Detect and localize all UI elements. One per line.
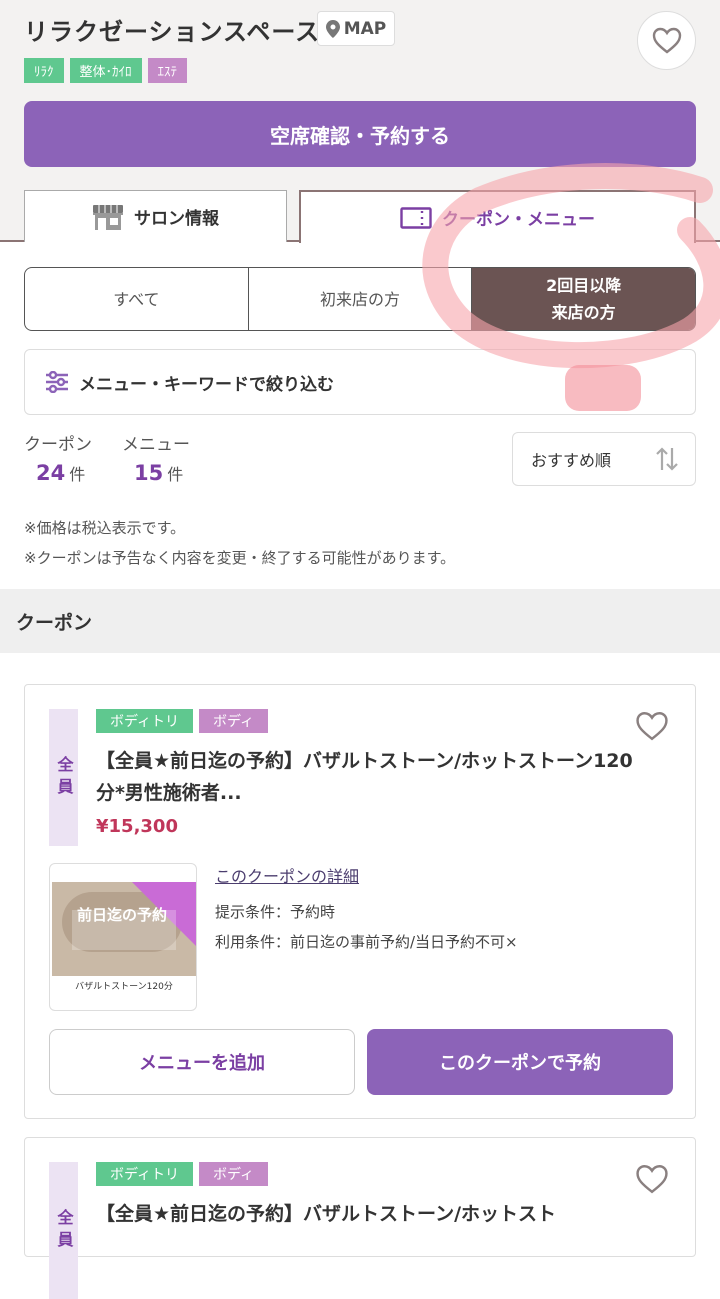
sliders-icon: [46, 371, 68, 393]
tab-coupon-label: クーポン・メニュー: [442, 210, 595, 230]
use-condition: 利用条件：前日迄の事前予約/当日予約不可×: [215, 933, 518, 951]
thumbnail-caption: バザルトストーン120分: [75, 982, 173, 992]
coupon-title[interactable]: 【全員★前日迄の予約】バザルトストーン/ホットスト: [96, 1198, 636, 1230]
filter-label: メニュー・キーワードで絞り込む: [79, 374, 334, 395]
coupon-count-block: クーポン 24 件: [24, 430, 92, 485]
tab-coupon-menu[interactable]: クーポン・メニュー: [299, 190, 696, 243]
active-tab-gap: [301, 239, 694, 244]
tab-salon-info[interactable]: サロン情報: [24, 190, 287, 242]
heart-icon: [652, 27, 681, 54]
sort-arrows-icon: [656, 447, 678, 471]
segment-repeat-label: 2回目以降 来店の方: [546, 276, 622, 322]
coupon-count: 24: [36, 461, 66, 485]
coupon-section-header: クーポン: [0, 589, 720, 653]
coupon-photo: [52, 882, 196, 976]
salon-genre-tags: ﾘﾗｸ 整体･ｶｲﾛ ｴｽﾃ: [24, 58, 188, 83]
tab-salon-label: サロン情報: [134, 209, 219, 229]
thumbnail-overlay-text: 前日迄の予約: [76, 906, 167, 924]
coupon-tags: ボディトリ ボディ: [96, 1162, 269, 1186]
salon-title: リラクゼーションスペース: [24, 18, 321, 46]
heart-icon: [636, 1164, 668, 1194]
segment-first-visit[interactable]: 初来店の方: [247, 268, 472, 330]
coupon-target-text: 全員: [54, 755, 74, 800]
coupon-favorite-button[interactable]: [635, 1164, 669, 1198]
count-unit: 件: [69, 465, 86, 484]
coupon-target-text: 全員: [54, 1208, 74, 1253]
result-counts: クーポン 24 件 メニュー 15 件: [24, 430, 190, 485]
present-condition: 提示条件：予約時: [215, 903, 336, 921]
segment-repeat-visit[interactable]: 2回目以降 来店の方: [471, 268, 695, 330]
coupon-tag: ボディ: [199, 709, 269, 733]
tax-note: ※価格は税込表示です。: [24, 519, 186, 537]
count-unit: 件: [167, 465, 184, 484]
sort-label: おすすめ順: [531, 451, 612, 470]
menu-count: 15: [134, 461, 164, 485]
map-button[interactable]: MAP: [317, 11, 395, 46]
coupon-tags: ボディトリ ボディ: [96, 709, 269, 733]
visit-type-selector: すべて 初来店の方 2回目以降 来店の方: [24, 267, 696, 331]
keyword-filter-button[interactable]: メニュー・キーワードで絞り込む: [24, 349, 696, 415]
coupon-count-label: クーポン: [24, 435, 92, 455]
genre-tag: ｴｽﾃ: [147, 58, 188, 83]
menu-count-block: メニュー 15 件: [122, 430, 190, 485]
coupon-favorite-button[interactable]: [635, 711, 669, 745]
coupon-price: ¥15,300: [96, 816, 178, 837]
coupon-card: 全員 ボディトリ ボディ 【全員★前日迄の予約】バザルトストーン/ホットスト: [24, 1137, 696, 1299]
coupon-tag: ボディ: [199, 1162, 269, 1186]
segment-all[interactable]: すべて: [25, 268, 248, 330]
coupon-thumbnail: 前日迄の予約 バザルトストーン120分: [49, 863, 197, 1011]
reserve-with-coupon-button[interactable]: このクーポンで予約: [367, 1029, 673, 1095]
menu-count-label: メニュー: [122, 435, 190, 455]
sort-select[interactable]: おすすめ順: [512, 432, 696, 486]
genre-tag: 整体･ｶｲﾛ: [69, 58, 142, 83]
shop-icon: [93, 204, 123, 230]
coupon-card: 全員 ボディトリ ボディ 【全員★前日迄の予約】バザルトストーン/ホットストーン…: [24, 684, 696, 1119]
map-pin-icon: [325, 19, 340, 38]
favorite-salon-button[interactable]: [637, 11, 696, 70]
coupon-ticket-icon: [400, 206, 432, 229]
coupon-change-note: ※クーポンは予告なく内容を変更・終了する可能性があります。: [24, 549, 456, 567]
coupon-title[interactable]: 【全員★前日迄の予約】バザルトストーン/ホットストーン120分*男性施術者...: [96, 745, 636, 809]
heart-icon: [636, 711, 668, 741]
coupon-target-label: 全員: [49, 709, 78, 846]
check-availability-button[interactable]: 空席確認・予約する: [24, 101, 696, 167]
coupon-target-label: 全員: [49, 1162, 78, 1299]
map-label: MAP: [343, 18, 387, 39]
add-menu-button[interactable]: メニューを追加: [49, 1029, 355, 1095]
coupon-detail-link[interactable]: このクーポンの詳細: [215, 863, 359, 887]
coupon-tag: ボディトリ: [96, 1162, 194, 1186]
genre-tag: ﾘﾗｸ: [24, 58, 64, 83]
coupon-tag: ボディトリ: [96, 709, 194, 733]
